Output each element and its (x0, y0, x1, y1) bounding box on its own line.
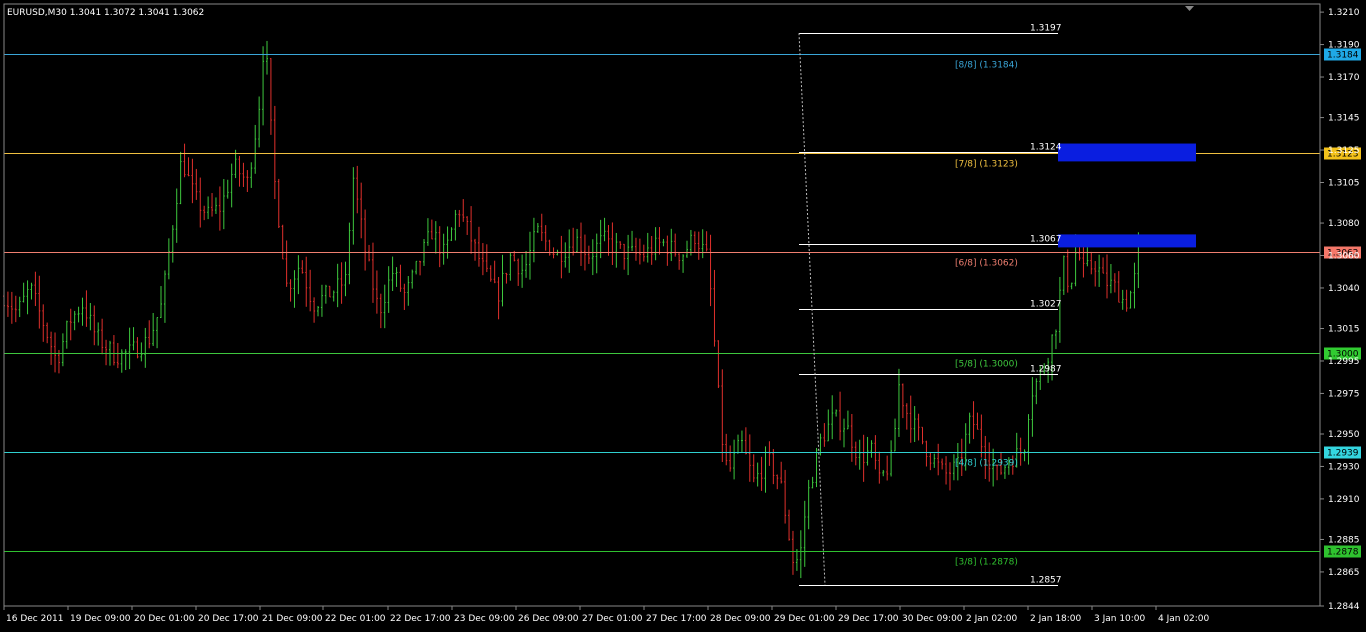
chart-window[interactable]: [8/8] (1.3184) 1.3184 [7/8] (1.3123) 1.3123… (0, 0, 1366, 628)
fib-label: 1.2857 (1030, 576, 1062, 586)
murrey-label: [5/8] (1.3000) (955, 360, 1018, 370)
chart-shift-icon[interactable] (1185, 6, 1194, 11)
x-tick-label: 27 Dec 17:00 (646, 614, 707, 624)
y-tick-label: 1.2844 (1328, 602, 1360, 612)
y-tick-label: 1.2975 (1328, 389, 1360, 399)
x-tick-label: 26 Dec 09:00 (518, 614, 579, 624)
fib-label: 1.2987 (1030, 365, 1062, 375)
y-tick-label: 1.2885 (1328, 535, 1360, 545)
x-tick-label: 16 Dec 2011 (6, 614, 64, 624)
x-tick-label: 27 Dec 01:00 (582, 614, 643, 624)
x-tick-label: 20 Dec 01:00 (134, 614, 195, 624)
chart-header: EURUSD,M30 1.3041 1.3072 1.3041 1.3062 (7, 8, 204, 18)
y-tick-label: 1.3015 (1328, 325, 1360, 335)
x-tick-label: 2 Jan 02:00 (966, 614, 1018, 624)
x-tick-label: 2 Jan 18:00 (1030, 614, 1082, 624)
y-tick-label: 1.2930 (1328, 462, 1360, 472)
zone-rect (1058, 234, 1196, 248)
x-tick-label: 4 Jan 02:00 (1158, 614, 1210, 624)
murrey-label: [8/8] (1.3184) (955, 61, 1018, 71)
zone-rect (1058, 143, 1196, 162)
x-tick-label: 20 Dec 17:00 (198, 614, 259, 624)
x-tick-label: 29 Dec 01:00 (774, 614, 835, 624)
fib-label: 1.3124 (1030, 143, 1062, 153)
y-tick-label: 1.3125 (1328, 146, 1360, 156)
fib-label: 1.3027 (1030, 300, 1062, 310)
y-tick-label: 1.3040 (1328, 284, 1360, 294)
x-tick-label: 3 Jan 10:00 (1094, 614, 1146, 624)
x-tick-label: 22 Dec 17:00 (390, 614, 451, 624)
x-tick-label: 21 Dec 09:00 (262, 614, 323, 624)
y-tick-label: 1.3145 (1328, 114, 1360, 124)
y-tick-label: 1.3080 (1328, 219, 1360, 229)
price-tag-label: 1.2939 (1327, 449, 1359, 459)
price-tag-label: 1.3184 (1327, 51, 1359, 61)
murrey-label: [3/8] (1.2878) (955, 558, 1018, 568)
x-tick-label: 23 Dec 09:00 (454, 614, 515, 624)
price-chart[interactable]: [8/8] (1.3184)1.3184[7/8] (1.3123)1.3123… (0, 0, 1366, 628)
murrey-label: [6/8] (1.3062) (955, 259, 1018, 269)
y-tick-label: 1.2950 (1328, 430, 1360, 440)
x-tick-label: 30 Dec 09:00 (902, 614, 963, 624)
murrey-label: [7/8] (1.3123) (955, 160, 1018, 170)
y-tick-label: 1.3060 (1328, 252, 1360, 262)
y-tick-label: 1.2865 (1328, 568, 1360, 578)
x-tick-label: 28 Dec 09:00 (710, 614, 771, 624)
y-tick-label: 1.2910 (1328, 495, 1360, 505)
murrey-label: [4/8] (1.2939) (955, 459, 1018, 469)
fib-label: 1.3067 (1030, 235, 1062, 245)
y-tick-label: 1.3210 (1328, 8, 1360, 18)
fib-label: 1.3197 (1030, 24, 1062, 34)
x-tick-label: 19 Dec 09:00 (70, 614, 131, 624)
y-tick-label: 1.3105 (1328, 178, 1360, 188)
y-tick-label: 1.3170 (1328, 73, 1360, 83)
x-tick-label: 22 Dec 01:00 (325, 614, 386, 624)
x-tick-label: 29 Dec 17:00 (838, 614, 899, 624)
y-tick-label: 1.3190 (1328, 41, 1360, 51)
y-tick-label: 1.2995 (1328, 357, 1360, 367)
price-tag-label: 1.2878 (1327, 548, 1359, 558)
